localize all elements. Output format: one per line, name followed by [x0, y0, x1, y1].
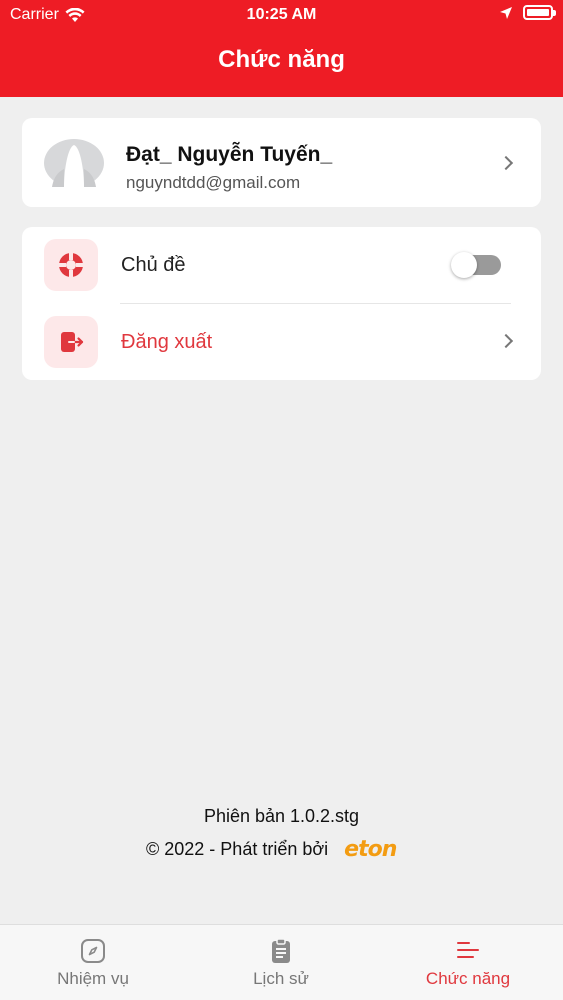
menu-lines-icon	[457, 942, 479, 958]
tab-label: Lịch sử	[253, 969, 309, 988]
profile-name: Đạt_ Nguyễn Tuyến_	[126, 143, 333, 166]
profile-email: nguyndtdd@gmail.com	[126, 173, 301, 192]
clipboard-icon	[272, 938, 290, 963]
avatar	[44, 139, 104, 187]
page-title: Chức năng	[218, 46, 345, 73]
battery-icon	[523, 5, 556, 20]
copyright-line: © 2022 - Phát triển bởi eton	[146, 837, 397, 862]
status-time: 10:25 AM	[246, 6, 317, 23]
tab-nhiem-vu[interactable]: Nhiệm vụ	[38, 925, 148, 1000]
lifebuoy-icon	[59, 253, 83, 277]
status-indicators	[499, 5, 556, 20]
logout-label: Đăng xuất	[121, 331, 213, 353]
profile-card[interactable]: Đạt_ Nguyễn Tuyến_ nguyndtdd@gmail.com	[22, 118, 541, 207]
tab-chuc-nang[interactable]: Chức năng	[408, 925, 528, 1000]
logout-icon-box	[44, 316, 98, 368]
tab-label: Nhiệm vụ	[57, 969, 129, 988]
theme-toggle[interactable]	[451, 252, 501, 278]
bottom-tab-bar: Nhiệm vụ Lịch sử Chức năng	[0, 924, 563, 1000]
toggle-knob	[451, 252, 477, 278]
app-version: Phiên bản 1.0.2.stg	[203, 806, 360, 826]
theme-label: Chủ đề	[121, 254, 186, 276]
location-arrow-icon	[500, 6, 512, 19]
tab-lich-su[interactable]: Lịch sử	[226, 925, 336, 1000]
theme-icon-box	[44, 239, 98, 291]
menu-item-logout[interactable]: Đăng xuất	[22, 304, 541, 380]
eton-logo: eton	[344, 837, 397, 862]
compass-icon	[81, 939, 105, 963]
menu-item-theme: Chủ đề	[22, 227, 541, 303]
chevron-right-icon	[498, 333, 514, 349]
tab-label: Chức năng	[425, 969, 511, 988]
copyright-text: © 2022 - Phát triển bởi	[146, 839, 329, 859]
settings-menu-card: Chủ đề Đăng xuất	[22, 227, 541, 380]
logout-icon	[61, 332, 84, 352]
status-bar: Carrier 10:25 AM	[0, 0, 563, 30]
chevron-right-icon	[498, 155, 514, 171]
app-header: Carrier 10:25 AM Chức năng	[0, 0, 563, 97]
